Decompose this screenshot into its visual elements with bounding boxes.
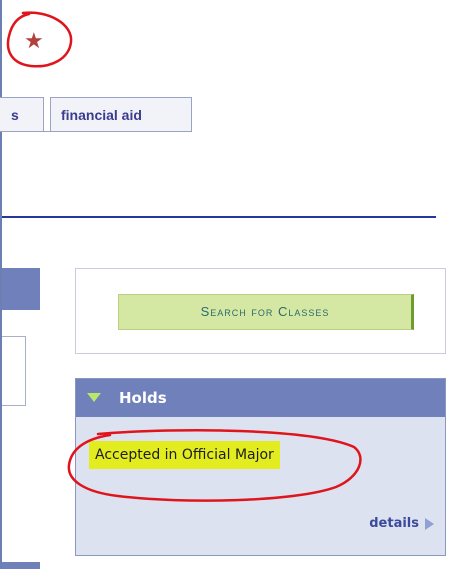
tab-partial[interactable]: s <box>0 97 44 131</box>
student-center-page: ★ s financial aid Search for Classes Hol… <box>0 0 456 569</box>
holds-title: Holds <box>119 389 167 407</box>
collapse-triangle-icon[interactable] <box>87 393 101 402</box>
star-annotation-circle <box>6 11 73 68</box>
section-divider <box>2 216 436 218</box>
left-panel-header-lower <box>2 562 40 569</box>
holds-header[interactable]: Holds <box>76 379 445 417</box>
left-panel-box <box>2 336 26 406</box>
details-arrow-icon[interactable] <box>425 518 434 530</box>
tab-label: s <box>11 107 19 123</box>
search-panel: Search for Classes <box>75 268 446 354</box>
details-link[interactable]: details <box>369 515 419 533</box>
tab-baseline <box>0 131 192 132</box>
tab-financial-aid[interactable]: financial aid <box>50 97 192 131</box>
tab-label: financial aid <box>61 107 142 123</box>
left-panel-header <box>2 268 40 310</box>
search-for-classes-button[interactable]: Search for Classes <box>118 294 414 330</box>
hold-annotation-circle <box>67 429 362 502</box>
